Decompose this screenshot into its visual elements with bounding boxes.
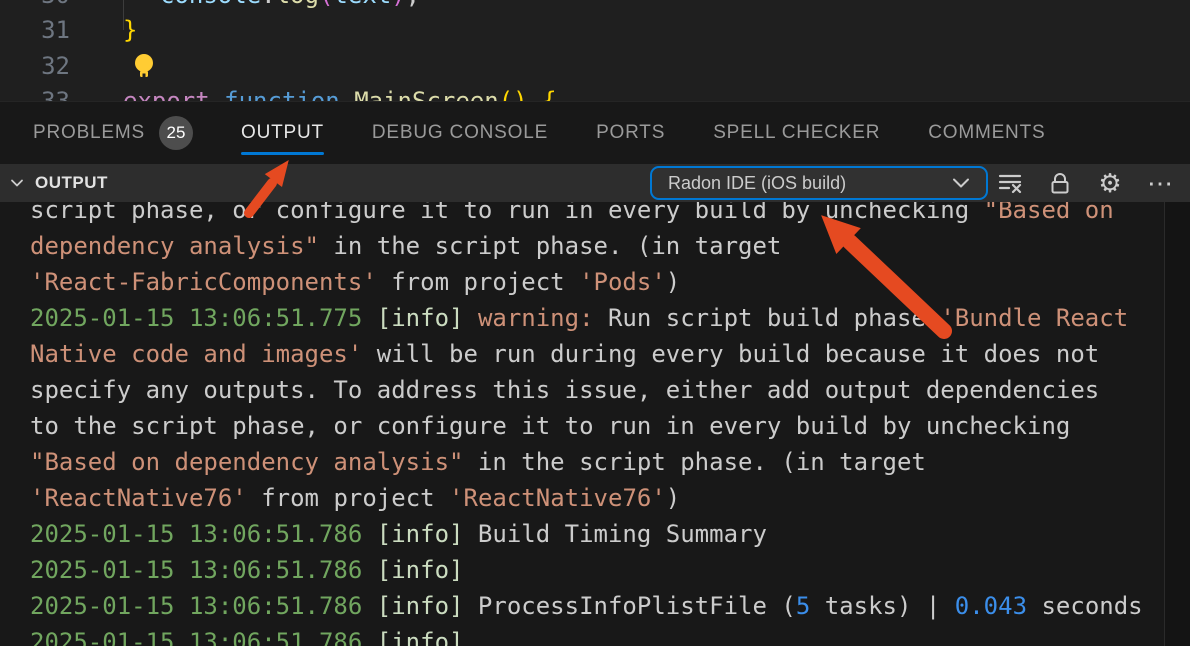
tab-comments[interactable]: COMMENTS — [928, 102, 1045, 164]
log-line: 2025-01-15 13:06:51.786 [info] Build Tim… — [30, 516, 1190, 552]
log-line: 2025-01-15 13:06:51.786 [info] — [30, 624, 1190, 646]
log-line: 2025-01-15 13:06:51.786 [info] ProcessIn… — [30, 588, 1190, 624]
panel-title: OUTPUT — [35, 173, 108, 193]
code-text: export function MainScreen() { — [123, 84, 557, 101]
log-line: dependency analysis" in the script phase… — [30, 228, 1190, 264]
tab-spell-checker[interactable]: SPELL CHECKER — [713, 102, 880, 164]
log-line: 'React-FabricComponents' from project 'P… — [30, 264, 1190, 300]
tab-ports[interactable]: PORTS — [596, 102, 665, 164]
tab-label: OUTPUT — [241, 122, 324, 144]
log-line: to the script phase, or configure it to … — [30, 408, 1190, 444]
output-log: script phase, or configure it to run in … — [0, 164, 1190, 646]
panel-tabbar: PROBLEMS 25 OUTPUT DEBUG CONSOLE PORTS SPELL … — [0, 101, 1190, 164]
more-actions-icon[interactable]: ⋯ — [1146, 169, 1174, 197]
panel-header-actions: ⚙ ⋯ — [996, 164, 1174, 202]
lock-icon[interactable] — [1046, 169, 1074, 197]
editor-line-31: 31} — [0, 13, 1190, 48]
tab-label: SPELL CHECKER — [713, 122, 880, 144]
collapse-chevron-icon[interactable] — [8, 174, 26, 192]
output-channel-value: Radon IDE (iOS build) — [668, 173, 846, 194]
output-channel-select[interactable]: Radon IDE (iOS build) — [650, 166, 988, 200]
editor-line-30: 30 console.log(text); — [0, 0, 1190, 13]
log-line: 2025-01-15 13:06:51.786 [info] — [30, 552, 1190, 588]
log-line: "Based on dependency analysis" in the sc… — [30, 444, 1190, 480]
log-scrollbar[interactable] — [1164, 202, 1190, 646]
output-panel-header: OUTPUT Radon IDE (iOS build) ⚙ — [0, 164, 1190, 202]
tab-label: COMMENTS — [928, 122, 1045, 144]
log-line: specify any outputs. To address this iss… — [30, 372, 1190, 408]
log-line: 'ReactNative76' from project 'ReactNativ… — [30, 480, 1190, 516]
tab-problems[interactable]: PROBLEMS 25 — [33, 102, 193, 164]
tab-debug-console[interactable]: DEBUG CONSOLE — [372, 102, 548, 164]
editor-line-33: 33 export function MainScreen() { — [0, 84, 1190, 101]
line-number: 30 — [0, 0, 70, 13]
tab-label: PORTS — [596, 122, 665, 144]
line-number: 33 — [0, 84, 70, 101]
output-log-lines: script phase, or configure it to run in … — [0, 164, 1190, 646]
tab-output[interactable]: OUTPUT — [241, 102, 324, 164]
clear-output-icon[interactable] — [996, 169, 1024, 197]
problems-count-badge: 25 — [159, 116, 193, 150]
log-line: 2025-01-15 13:06:51.775 [info] warning: … — [30, 300, 1190, 336]
chevron-down-icon — [952, 177, 970, 189]
log-line: Native code and images' will be run duri… — [30, 336, 1190, 372]
line-number: 32 — [0, 49, 70, 84]
code-text: } — [123, 13, 137, 48]
tab-label: PROBLEMS — [33, 122, 145, 144]
editor-line-32: 32 — [0, 49, 1190, 84]
code-text: console.log(text); — [160, 0, 420, 13]
line-number: 31 — [0, 13, 70, 48]
editor-code-area: 30console.log(text);31}3233export functi… — [0, 0, 1190, 101]
gear-icon[interactable]: ⚙ — [1096, 169, 1124, 197]
tab-label: DEBUG CONSOLE — [372, 122, 548, 144]
